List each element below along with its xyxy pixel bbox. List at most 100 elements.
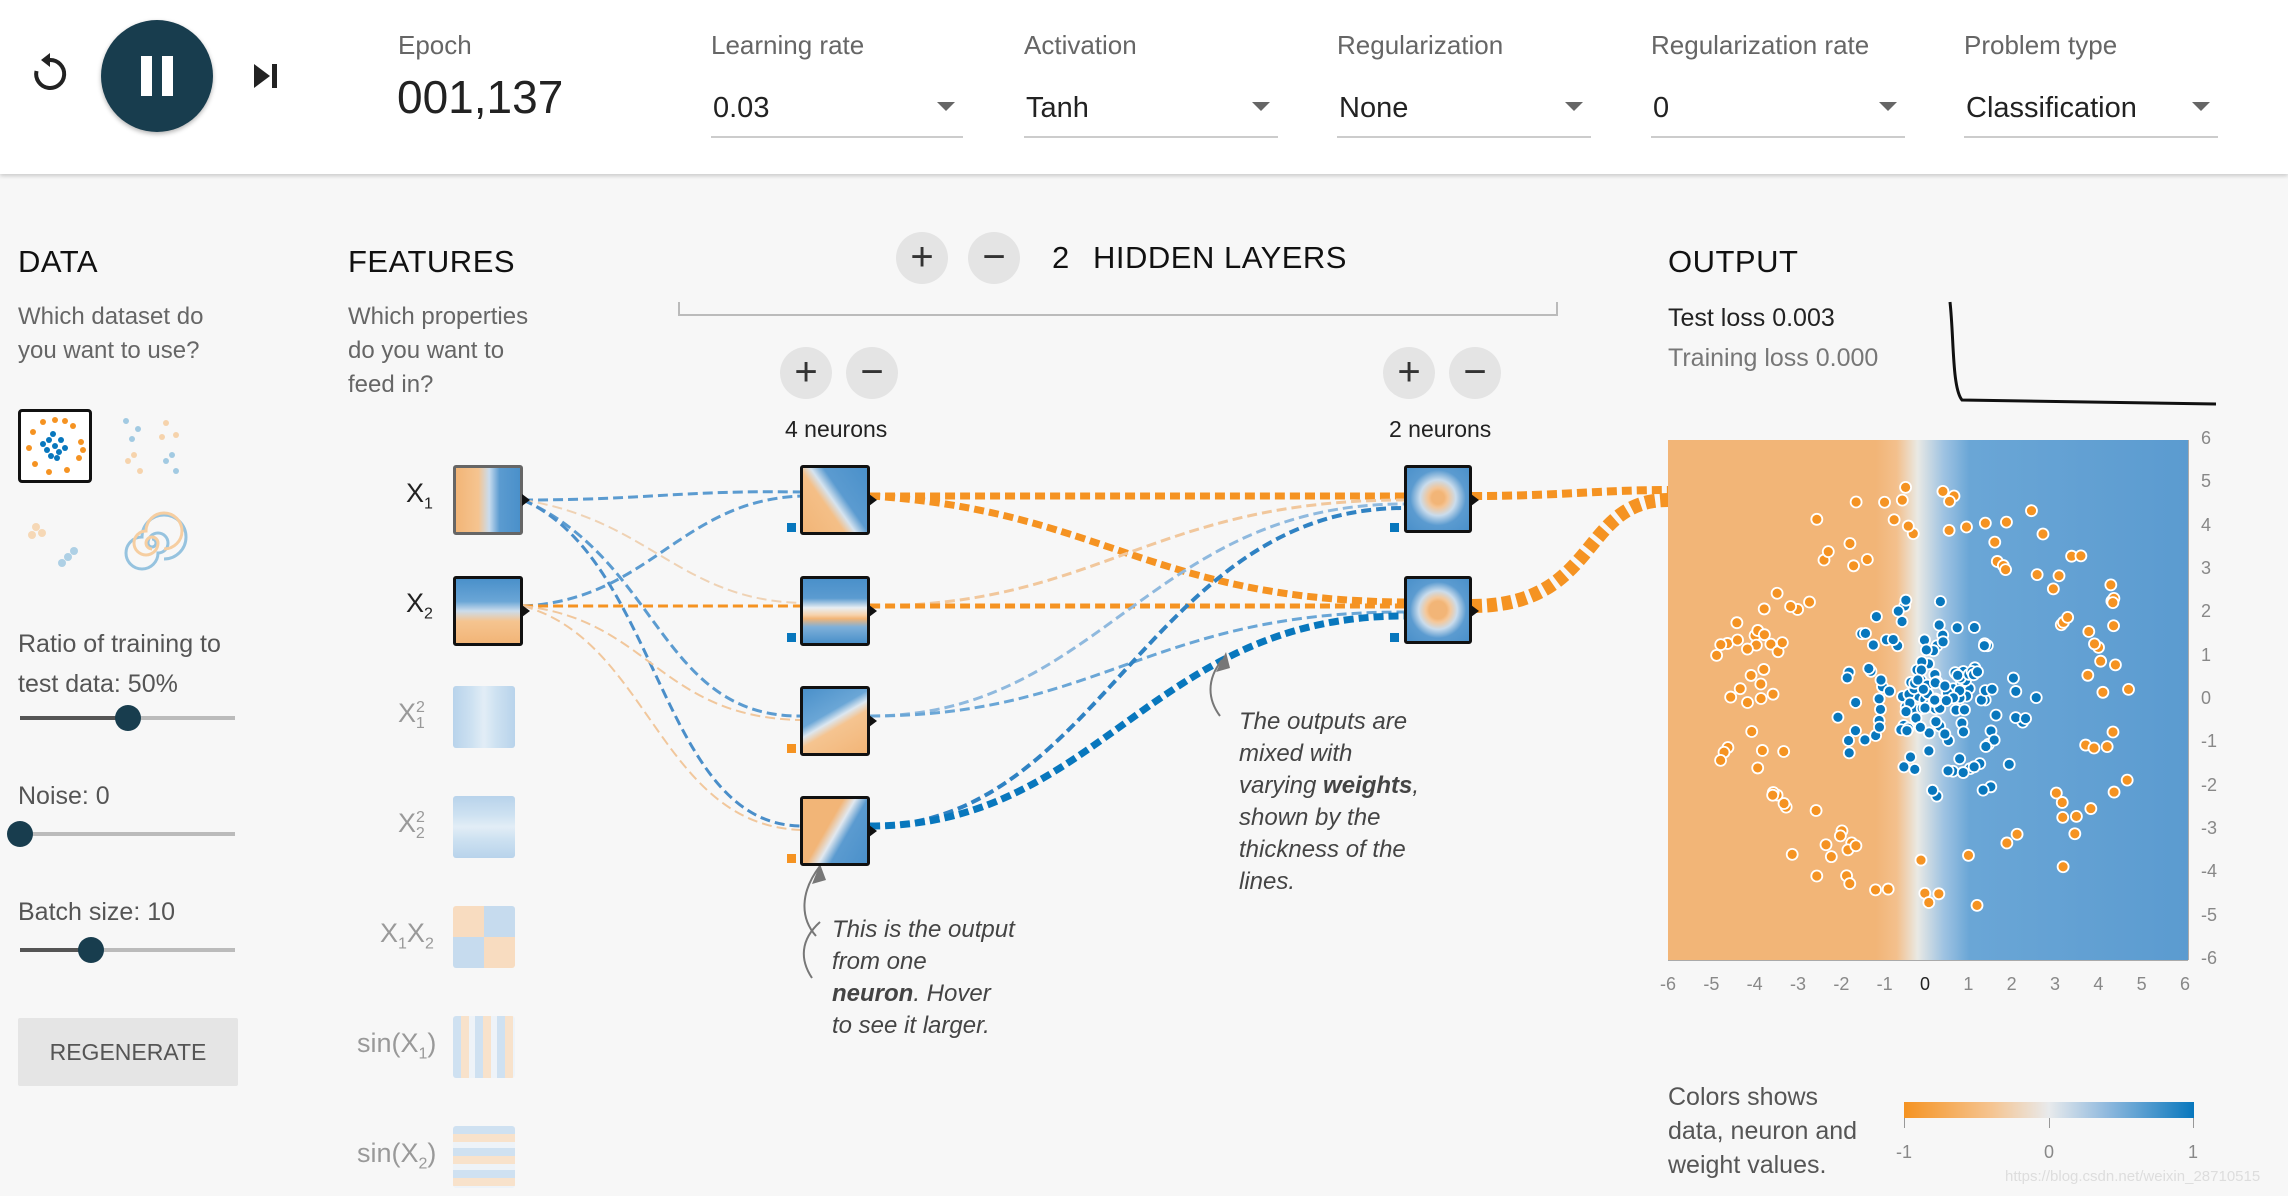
y-tick-label: 1 [2201, 644, 2212, 665]
regularization-rate-select[interactable]: 0 [1651, 86, 1905, 138]
link-n3-m1[interactable] [869, 502, 1405, 718]
feature-node-x2-squared[interactable] [453, 796, 515, 858]
chevron-down-icon [2192, 102, 2210, 111]
regenerate-button[interactable]: REGENERATE [18, 1018, 238, 1086]
link-n3-m2[interactable] [869, 610, 1405, 718]
add-neuron-layer1-button[interactable]: + [780, 347, 832, 399]
data-point [1958, 703, 1971, 717]
data-point [2096, 685, 2110, 699]
feature-node-x1x2[interactable] [453, 906, 515, 968]
neuron-layer1-2[interactable] [800, 576, 870, 646]
data-point [1803, 595, 1816, 609]
test-loss: Test loss 0.003 [1668, 304, 1835, 332]
data-point [2056, 810, 2070, 824]
step-button[interactable] [250, 60, 282, 92]
link-x1-n4[interactable] [522, 498, 803, 828]
neuron-output-arrow [869, 715, 877, 727]
learning-rate-select[interactable]: 0.03 [711, 86, 963, 138]
neuron-layer1-3[interactable] [800, 686, 870, 756]
xor-dataset-icon [123, 418, 179, 474]
reset-icon [34, 53, 67, 90]
layer1-neuron-count: 4 neurons [785, 416, 888, 442]
bias-n3[interactable] [787, 744, 796, 753]
data-point [2107, 619, 2120, 633]
data-point [1754, 692, 1768, 705]
link-x1-n1[interactable] [522, 490, 803, 502]
data-point [2088, 637, 2101, 651]
link-x2-n4[interactable] [522, 605, 803, 831]
neuron-layer1-1[interactable] [800, 465, 870, 535]
data-point [1887, 513, 1901, 527]
ratio-slider-knob[interactable] [114, 705, 141, 731]
dataset-spiral[interactable] [116, 507, 188, 579]
add-layer-button[interactable]: + [896, 232, 948, 284]
data-point [2000, 836, 2014, 850]
data-point [1775, 636, 1789, 650]
data-point [1932, 618, 1946, 632]
dataset-gaussian[interactable] [18, 507, 90, 579]
neuron-output-arrow [522, 605, 530, 617]
data-point [1897, 760, 1911, 774]
remove-neuron-layer2-button[interactable]: − [1449, 347, 1501, 399]
link-n2-m1[interactable] [869, 498, 1405, 608]
noise-slider[interactable] [7, 821, 235, 847]
neuron-annotation: This is the output from one neuron. Hove… [832, 916, 1015, 1039]
regularization-select[interactable]: None [1337, 86, 1591, 138]
bias-n1[interactable] [787, 523, 796, 532]
neuron-layer1-4[interactable] [800, 796, 870, 866]
link-n1-m2[interactable] [869, 492, 1405, 606]
feature-node-x1[interactable] [453, 465, 523, 535]
batch-size-slider-knob[interactable] [77, 937, 104, 963]
chevron-down-icon [1565, 102, 1583, 111]
batch-size-slider[interactable] [20, 937, 235, 963]
reset-button[interactable] [28, 52, 72, 96]
noise-slider-knob[interactable] [7, 821, 33, 847]
link-x1-n2[interactable] [522, 499, 803, 604]
ratio-slider[interactable] [20, 705, 235, 731]
feature-label-x2: X2 [406, 588, 433, 623]
data-point [1862, 662, 1876, 675]
remove-neuron-layer1-button[interactable]: − [846, 347, 898, 399]
bias-n2[interactable] [787, 633, 796, 642]
legend-tick-min: -1 [1896, 1142, 1913, 1162]
data-point [1891, 604, 1905, 618]
bias-m2[interactable] [1390, 633, 1399, 642]
ratio-slider-fill [20, 716, 128, 720]
problem-type-select[interactable]: Classification [1964, 86, 2218, 138]
link-x1-n3[interactable] [522, 498, 803, 718]
output-heatmap[interactable] [1668, 440, 2188, 960]
feature-node-x1-squared[interactable] [453, 686, 515, 748]
data-point [1988, 535, 2002, 549]
data-point [2036, 527, 2050, 541]
data-point [1754, 677, 1768, 691]
play-pause-button[interactable] [101, 20, 213, 132]
data-point [1933, 595, 1947, 608]
data-point [2104, 578, 2118, 592]
link-m2-output[interactable] [1471, 493, 1669, 613]
add-neuron-layer2-button[interactable]: + [1383, 347, 1435, 399]
neuron-layer2-2[interactable] [1404, 576, 1472, 644]
data-point [1911, 673, 1925, 687]
dataset-circle[interactable] [18, 409, 92, 483]
dataset-xor[interactable] [116, 411, 188, 483]
data-point [2094, 654, 2108, 668]
feature-node-x2[interactable] [453, 576, 523, 646]
activation-select[interactable]: Tanh [1024, 86, 1278, 138]
feature-node-sin-x1[interactable] [453, 1016, 515, 1078]
output-title: OUTPUT [1668, 244, 1799, 279]
data-point [2052, 569, 2066, 583]
link-x2-n1[interactable] [522, 494, 803, 608]
neuron-layer2-1[interactable] [1404, 465, 1472, 533]
x-tick-label: 3 [2050, 974, 2061, 994]
link-x2-n3[interactable] [522, 605, 803, 721]
feature-node-sin-x2[interactable] [453, 1126, 515, 1188]
data-point [2082, 625, 2096, 638]
feature-label-x1x2: X1X2 [380, 918, 434, 953]
data-point [2100, 740, 2114, 753]
bias-m1[interactable] [1390, 523, 1399, 532]
data-point [1976, 783, 1990, 797]
activation-value: Tanh [1026, 92, 1089, 124]
data-point [1745, 725, 1759, 738]
remove-layer-button[interactable]: − [968, 232, 1020, 284]
link-m1-output[interactable] [1471, 486, 1669, 500]
